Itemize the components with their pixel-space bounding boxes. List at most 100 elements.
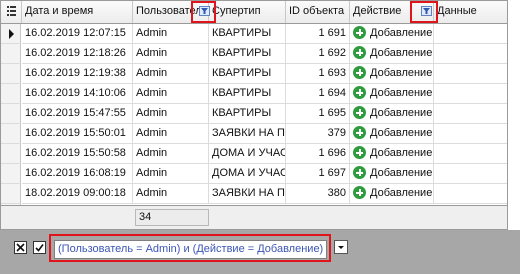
cell-data[interactable] <box>434 84 507 104</box>
cell-data[interactable] <box>434 124 507 144</box>
filter-history-dropdown[interactable] <box>334 240 348 254</box>
cell-datetime[interactable]: 16.02.2019 12:18:26 <box>22 44 133 64</box>
cell-datetime[interactable]: 18.02.2019 09:00:18 <box>22 184 133 204</box>
table-row[interactable]: 16.02.2019 12:18:26 Admin КВАРТИРЫ 1 692 Доб… <box>1 44 507 64</box>
add-circle-icon <box>353 106 366 119</box>
column-chooser-button[interactable] <box>1 1 22 23</box>
column-header-supertype[interactable]: Супертип <box>209 1 286 23</box>
cell-supertype[interactable]: ДОМА И УЧАС <box>209 144 286 164</box>
cell-action[interactable]: Добавление <box>350 84 434 104</box>
cell-user[interactable]: Admin <box>133 84 209 104</box>
cell-data[interactable] <box>434 24 507 44</box>
cell-supertype[interactable]: ДОМА И УЧАС <box>209 164 286 184</box>
cell-object-id[interactable]: 1 695 <box>286 104 350 124</box>
cell-user[interactable]: Admin <box>133 184 209 204</box>
column-header-data[interactable]: Данные <box>434 1 507 23</box>
cell-user[interactable]: Admin <box>133 144 209 164</box>
cell-object-id[interactable]: 380 <box>286 184 350 204</box>
cell-datetime[interactable]: 16.02.2019 15:50:58 <box>22 144 133 164</box>
cell-user[interactable]: Admin <box>133 104 209 124</box>
cell-object-id[interactable]: 1 696 <box>286 144 350 164</box>
cell-datetime-text: 16.02.2019 15:50:58 <box>25 147 126 159</box>
cell-action-text: Добавление <box>370 127 433 139</box>
cell-supertype-text: КВАРТИРЫ <box>212 107 272 119</box>
row-indicator[interactable] <box>1 124 21 144</box>
cell-data[interactable] <box>434 164 507 184</box>
cell-object-id[interactable]: 1 697 <box>286 164 350 184</box>
row-indicator[interactable] <box>1 64 21 84</box>
cell-action-text: Добавление <box>370 187 433 199</box>
grid-header: Дата и время Пользователь Супертип ID об… <box>1 1 507 24</box>
row-indicator[interactable] <box>1 144 21 164</box>
cell-action[interactable]: Добавление <box>350 184 434 204</box>
filter-expression[interactable]: (Пользователь = Admin) и (Действие = Доб… <box>54 240 328 259</box>
row-indicator[interactable] <box>1 104 21 124</box>
cell-object-id[interactable]: 379 <box>286 124 350 144</box>
table-row[interactable]: 16.02.2019 15:50:01 Admin ЗАЯВКИ НА ПО 379 Д… <box>1 124 507 144</box>
table-row[interactable]: 18.02.2019 09:00:18 Admin ЗАЯВКИ НА ПО 380 Д… <box>1 184 507 204</box>
log-grid: Дата и время Пользователь Супертип ID об… <box>0 0 508 206</box>
row-indicator[interactable] <box>1 184 21 204</box>
table-row[interactable]: 16.02.2019 12:07:15 Admin КВАРТИРЫ 1 691 Доб… <box>1 24 507 44</box>
table-row[interactable]: 16.02.2019 15:50:58 Admin ДОМА И УЧАС 1 696… <box>1 144 507 164</box>
enable-filter-checkbox[interactable] <box>33 241 46 254</box>
row-indicator[interactable] <box>1 164 21 184</box>
column-header-object-id[interactable]: ID объекта <box>286 1 350 23</box>
cell-action-text: Добавление <box>370 147 433 159</box>
cell-supertype[interactable]: ЗАЯВКИ НА ПО <box>209 124 286 144</box>
cell-datetime[interactable]: 16.02.2019 14:10:06 <box>22 84 133 104</box>
add-circle-icon <box>353 86 366 99</box>
cell-user[interactable]: Admin <box>133 124 209 144</box>
table-row[interactable]: 16.02.2019 14:10:06 Admin КВАРТИРЫ 1 694 Доб… <box>1 84 507 104</box>
cell-datetime[interactable]: 16.02.2019 15:47:55 <box>22 104 133 124</box>
cell-data[interactable] <box>434 64 507 84</box>
table-row[interactable]: 16.02.2019 12:19:38 Admin КВАРТИРЫ 1 693 Доб… <box>1 64 507 84</box>
cell-action-text: Добавление <box>370 107 433 119</box>
cell-action[interactable]: Добавление <box>350 144 434 164</box>
cell-object-id[interactable]: 1 694 <box>286 84 350 104</box>
table-row[interactable]: 16.02.2019 15:47:55 Admin КВАРТИРЫ 1 695 Доб… <box>1 104 507 124</box>
cell-supertype[interactable]: КВАРТИРЫ <box>209 64 286 84</box>
cell-action-text: Добавление <box>370 67 433 79</box>
clear-filter-button[interactable] <box>14 241 27 254</box>
cell-user[interactable]: Admin <box>133 24 209 44</box>
cell-action[interactable]: Добавление <box>350 44 434 64</box>
add-circle-icon <box>353 46 366 59</box>
table-row[interactable]: 16.02.2019 16:08:19 Admin ДОМА И УЧАС 1 697… <box>1 164 507 184</box>
cell-datetime[interactable]: 16.02.2019 12:19:38 <box>22 64 133 84</box>
cell-data[interactable] <box>434 184 507 204</box>
row-indicator[interactable] <box>1 24 21 44</box>
cell-datetime[interactable]: 16.02.2019 16:08:19 <box>22 164 133 184</box>
cell-object-id-text: 1 694 <box>318 87 346 99</box>
cell-user[interactable]: Admin <box>133 64 209 84</box>
row-indicator[interactable] <box>1 84 21 104</box>
row-indicator[interactable] <box>1 44 21 64</box>
add-circle-icon <box>353 146 366 159</box>
cell-object-id-text: 1 696 <box>318 147 346 159</box>
cell-supertype[interactable]: КВАРТИРЫ <box>209 104 286 124</box>
cell-supertype-text: ДОМА И УЧАС <box>212 147 286 159</box>
cell-object-id[interactable]: 1 692 <box>286 44 350 64</box>
cell-datetime[interactable]: 16.02.2019 15:50:01 <box>22 124 133 144</box>
cell-action[interactable]: Добавление <box>350 104 434 124</box>
cell-supertype[interactable]: КВАРТИРЫ <box>209 24 286 44</box>
column-header-datetime[interactable]: Дата и время <box>22 1 133 23</box>
cell-action[interactable]: Добавление <box>350 124 434 144</box>
cell-data[interactable] <box>434 144 507 164</box>
cell-action[interactable]: Добавление <box>350 24 434 44</box>
cell-user[interactable]: Admin <box>133 164 209 184</box>
cell-data[interactable] <box>434 104 507 124</box>
cell-object-id[interactable]: 1 693 <box>286 64 350 84</box>
cell-supertype[interactable]: ЗАЯВКИ НА ПО <box>209 184 286 204</box>
cell-action[interactable]: Добавление <box>350 64 434 84</box>
cell-object-id[interactable]: 1 691 <box>286 24 350 44</box>
add-circle-icon <box>353 186 366 199</box>
add-circle-icon <box>353 26 366 39</box>
cell-supertype[interactable]: КВАРТИРЫ <box>209 84 286 104</box>
cell-data[interactable] <box>434 44 507 64</box>
cell-datetime[interactable]: 16.02.2019 12:07:15 <box>22 24 133 44</box>
cell-action[interactable]: Добавление <box>350 164 434 184</box>
cell-user[interactable]: Admin <box>133 44 209 64</box>
cell-supertype[interactable]: КВАРТИРЫ <box>209 44 286 64</box>
filter-expression-highlight: (Пользователь = Admin) и (Действие = Доб… <box>49 234 331 262</box>
